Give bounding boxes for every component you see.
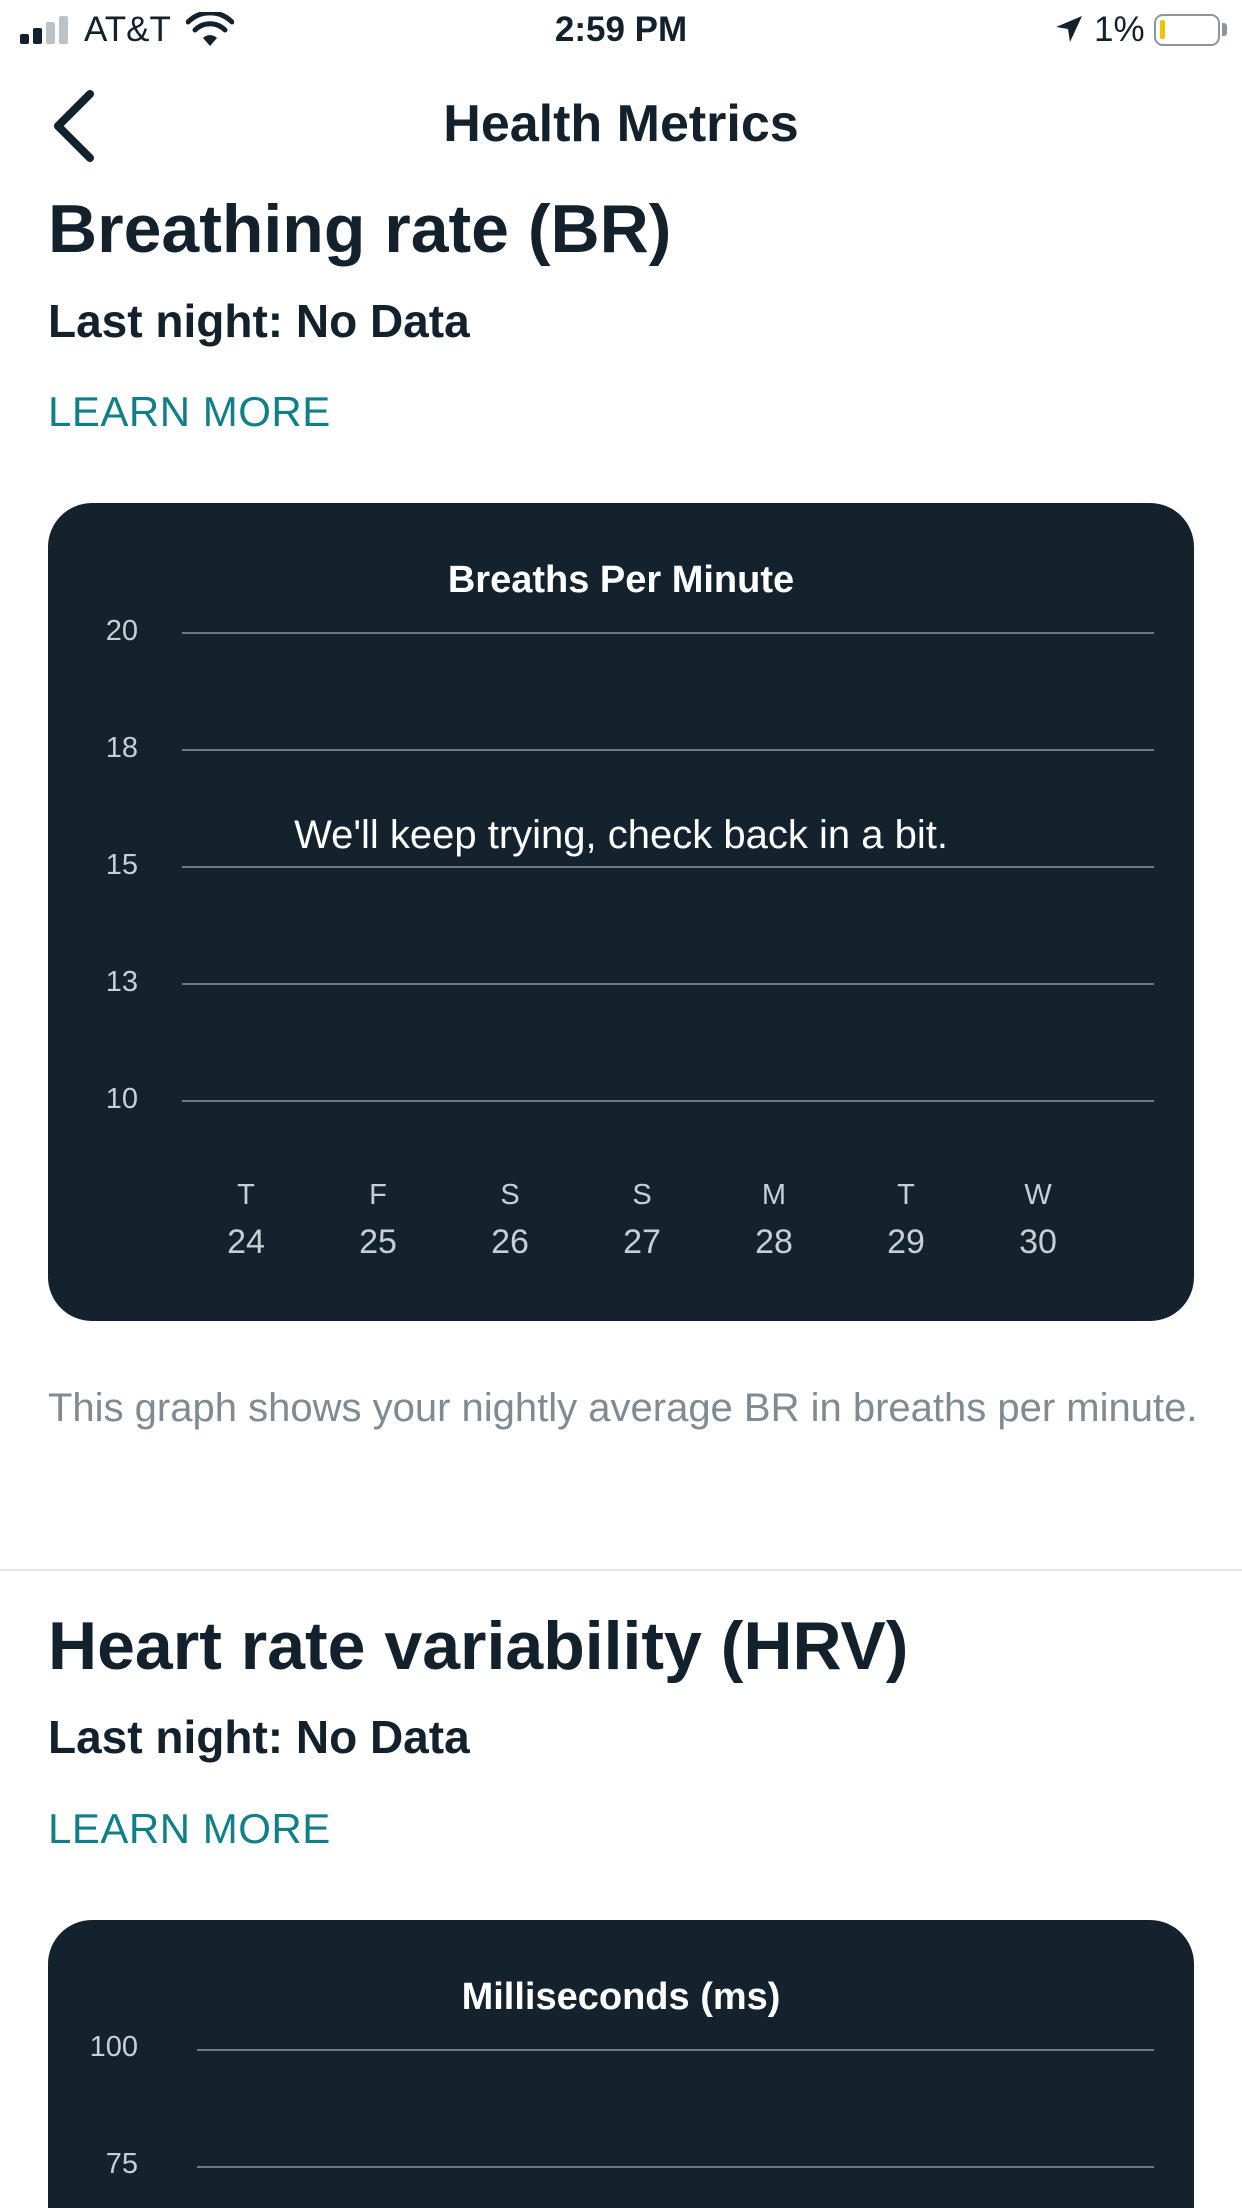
br-x-date-label: 27 — [623, 1223, 661, 1261]
br-section-title: Breathing rate (BR) — [48, 191, 672, 267]
br-y-tick-label: 20 — [105, 615, 138, 647]
location-arrow-icon — [1054, 14, 1084, 44]
br-x-day-label: F — [369, 1179, 387, 1211]
hrv-section-title: Heart rate variability (HRV) — [48, 1608, 909, 1684]
br-last-night: Last night: No Data — [48, 295, 470, 347]
hrv-last-night: Last night: No Data — [48, 1711, 470, 1763]
section-divider — [0, 1569, 1242, 1571]
br-chart-caption: This graph shows your nightly average BR… — [48, 1386, 1198, 1430]
br-chart-no-data-message: We'll keep trying, check back in a bit. — [294, 813, 948, 857]
br-grid-line — [182, 1100, 1154, 1102]
br-x-day-label: M — [761, 1179, 787, 1211]
br-x-day-label: T — [897, 1179, 915, 1211]
br-x-date-label: 26 — [491, 1223, 529, 1261]
hrv-learn-more-link[interactable]: LEARN MORE — [48, 1805, 331, 1853]
hrv-grid-line — [197, 2166, 1154, 2168]
hrv-chart-title: Milliseconds (ms) — [461, 1976, 781, 2018]
br-x-day-label: W — [1024, 1179, 1052, 1211]
br-y-tick-label: 18 — [105, 732, 138, 764]
br-x-date-label: 29 — [887, 1223, 925, 1261]
br-learn-more-link[interactable]: LEARN MORE — [48, 388, 331, 436]
br-grid-line — [182, 632, 1154, 634]
br-x-date-label: 25 — [359, 1223, 397, 1261]
br-grid-line — [182, 866, 1154, 868]
br-grid-line — [182, 749, 1154, 751]
battery-cap — [1222, 23, 1227, 36]
hrv-grid-line — [197, 2049, 1154, 2051]
page-title: Health Metrics — [443, 95, 799, 153]
br-y-tick-label: 10 — [105, 1083, 138, 1115]
br-grid-line — [182, 983, 1154, 985]
br-chart-card: Breaths Per Minute 20 18 15 13 10 We'll … — [48, 503, 1194, 1321]
health-metrics-screen: AT&T 2:59 PM 1% Health Metrics Breathing… — [0, 0, 1242, 2208]
battery-percent: 1% — [1094, 10, 1145, 49]
br-x-date-label: 28 — [755, 1223, 793, 1261]
battery-icon — [1154, 14, 1220, 46]
br-x-day-label: S — [632, 1179, 652, 1211]
br-x-day-label: T — [237, 1179, 255, 1211]
hrv-y-tick-label: 100 — [89, 2031, 138, 2063]
br-x-date-label: 30 — [1019, 1223, 1057, 1261]
br-chart-title: Breaths Per Minute — [447, 559, 795, 601]
br-x-day-label: S — [500, 1179, 520, 1211]
hrv-chart-card: Milliseconds (ms) 100 75 — [48, 1920, 1194, 2208]
hrv-y-tick-label: 75 — [105, 2148, 138, 2180]
br-y-tick-label: 13 — [105, 966, 138, 998]
status-bar: AT&T 2:59 PM 1% — [0, 0, 1242, 62]
br-x-date-label: 24 — [227, 1223, 265, 1261]
